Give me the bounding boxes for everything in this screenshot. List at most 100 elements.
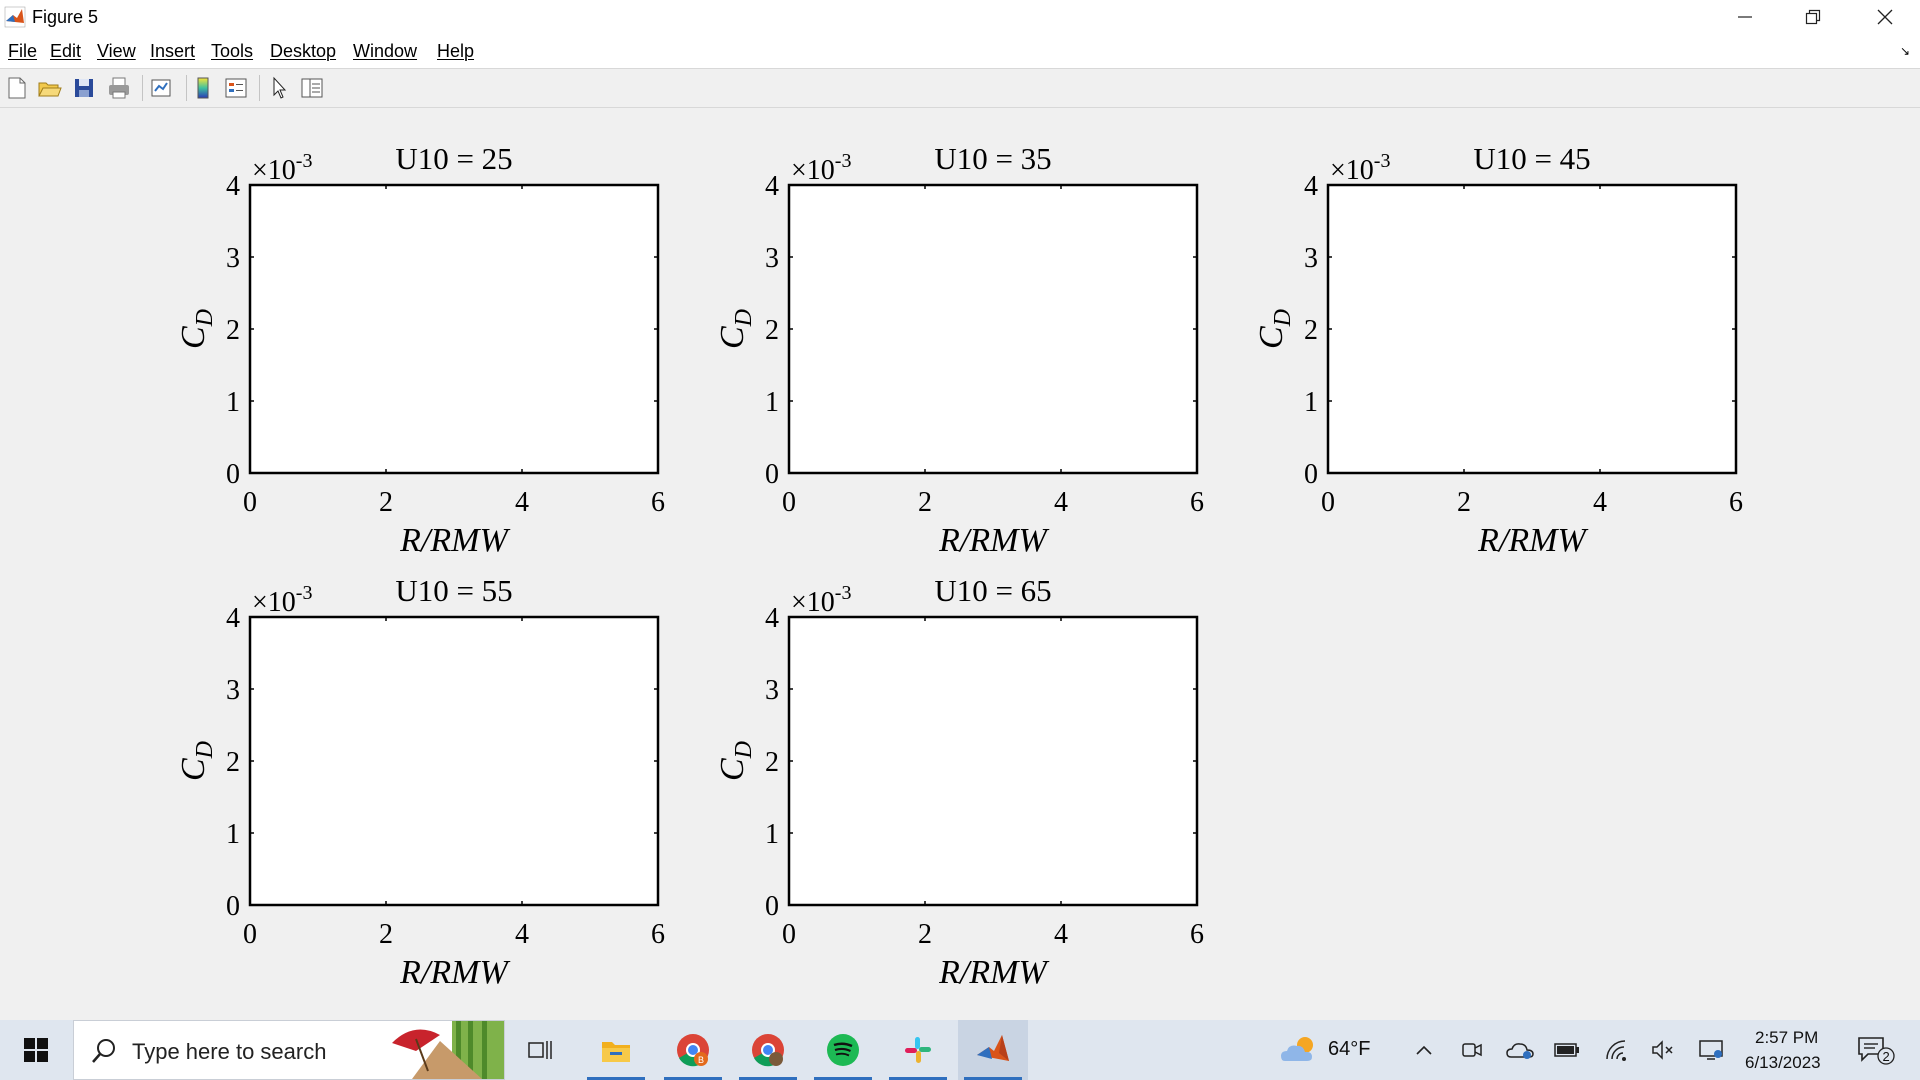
taskbar-app-chrome[interactable]: B [658,1020,728,1080]
chrome-icon: B [677,1034,709,1067]
notification-count-badge: 2 [1883,1049,1890,1064]
taskbar-app-spotify[interactable] [808,1020,878,1080]
y-axis-label: CD [175,309,218,349]
clock-time[interactable]: 2:57 PM [1755,1028,1818,1048]
x-tick-label: 6 [651,919,665,950]
windows-taskbar: Type here to search B 64°F 2:57 PM 6/13/… [0,1020,1920,1080]
matlab-app-icon [4,6,26,28]
x-tick-label: 2 [1457,487,1471,518]
y-tick-label: 1 [765,387,779,418]
save-icon[interactable] [71,75,97,101]
menu-help[interactable]: Help [437,41,474,62]
link-plot-icon[interactable] [148,75,174,101]
y-tick-label: 4 [765,171,779,202]
x-axis-label: R/RMW [938,954,1049,991]
search-placeholder: Type here to search [132,1039,327,1064]
axes-svg: 0 2 4 6 0 1 2 3 4 ×10-3 U10 = 65 R/RMW CD [714,573,1204,991]
y-tick-label: 3 [226,243,240,274]
print-icon[interactable] [106,75,132,101]
minimize-icon [1738,16,1752,18]
menu-view[interactable]: View [97,41,136,62]
close-button[interactable] [1850,0,1920,34]
y-axis-label: CD [714,741,757,781]
search-input[interactable]: Type here to search [73,1020,505,1080]
tray-volume[interactable] [1650,1036,1676,1064]
y-tick-label: 3 [765,243,779,274]
subplot-1[interactable]: 0 2 4 6 0 1 2 3 4 ×10-3 U10 = 25 R/RMW CD [175,140,678,578]
taskbar-app-slack[interactable] [883,1020,953,1080]
x-tick-label: 4 [1054,919,1068,950]
open-file-icon[interactable] [36,75,62,101]
onedrive-cloud-icon [1506,1043,1534,1059]
subplot-4[interactable]: 0 2 4 6 0 1 2 3 4 ×10-3 U10 = 55 R/RMW CD [175,572,678,1010]
property-inspector-icon[interactable] [299,75,325,101]
x-tick-label: 0 [1321,487,1335,518]
tray-meet-now[interactable] [1460,1036,1484,1064]
x-tick-label: 0 [782,919,796,950]
menu-desktop[interactable]: Desktop [270,41,336,62]
new-figure-icon[interactable] [4,75,30,101]
notification-center-button[interactable]: 2 [1855,1036,1895,1065]
taskbar-app-file-explorer[interactable] [581,1020,651,1080]
axes-svg: 0 2 4 6 0 1 2 3 4 ×10-3 U10 = 45 R/RMW CD [1253,141,1743,559]
subplot-3[interactable]: 0 2 4 6 0 1 2 3 4 ×10-3 U10 = 45 R/RMW CD [1253,140,1756,578]
dock-figure-icon[interactable]: ↘ [1900,44,1910,58]
x-tick-label: 4 [1593,487,1607,518]
x-tick-label: 4 [1054,487,1068,518]
plot-area[interactable] [789,617,1197,905]
taskbar-app-chrome-profile[interactable] [733,1020,803,1080]
x-axis-label: R/RMW [399,522,510,559]
subplot-title: U10 = 35 [934,141,1051,176]
menu-insert[interactable]: Insert [150,41,195,62]
partly-cloudy-icon [1281,1037,1313,1061]
x-tick-label: 4 [515,487,529,518]
start-button[interactable] [0,1020,72,1080]
restore-button[interactable] [1778,0,1848,34]
y-tick-label: 1 [226,387,240,418]
subplot-2[interactable]: 0 2 4 6 0 1 2 3 4 ×10-3 U10 = 35 R/RMW CD [714,140,1217,578]
subplot-5[interactable]: 0 2 4 6 0 1 2 3 4 ×10-3 U10 = 65 R/RMW CD [714,572,1217,1010]
weather-widget[interactable] [1278,1036,1322,1064]
matlab-icon [977,1035,1009,1061]
toolbar-separator [259,75,260,101]
tray-wifi[interactable] [1603,1036,1629,1064]
weather-temperature[interactable]: 64°F [1328,1038,1370,1061]
battery-icon [1554,1043,1579,1057]
y-exponent-label: ×10-3 [252,150,312,186]
tray-display[interactable] [1697,1036,1725,1064]
menu-window[interactable]: Window [353,41,417,62]
taskbar-app-matlab[interactable] [958,1020,1028,1080]
legend-icon[interactable] [223,75,249,101]
spotify-icon [827,1034,859,1066]
tray-onedrive[interactable] [1505,1036,1535,1064]
task-view-button[interactable] [505,1020,575,1080]
chrome-profile-icon [752,1034,784,1067]
y-tick-label: 3 [765,675,779,706]
plot-area[interactable] [250,185,658,473]
subplot-title: U10 = 45 [1473,141,1590,176]
select-arrow-icon[interactable] [266,75,292,101]
tray-battery[interactable] [1553,1036,1581,1064]
subplot-title: U10 = 25 [395,141,512,176]
chevron-up-icon [1416,1045,1432,1055]
windows-logo-icon [24,1038,48,1062]
plot-area[interactable] [250,617,658,905]
y-tick-label: 4 [765,603,779,634]
display-sync-icon [1699,1040,1723,1060]
minimize-button[interactable] [1710,0,1780,34]
show-hidden-icons-button[interactable] [1412,1036,1436,1064]
menu-tools[interactable]: Tools [211,41,253,62]
clock-date[interactable]: 6/13/2023 [1745,1053,1821,1073]
plot-area[interactable] [789,185,1197,473]
x-tick-label: 2 [918,919,932,950]
y-tick-label: 1 [765,819,779,850]
x-tick-label: 2 [379,487,393,518]
menu-edit[interactable]: Edit [50,41,81,62]
menu-file[interactable]: File [8,41,37,62]
x-tick-label: 0 [243,919,257,950]
colorbar-icon[interactable] [190,75,216,101]
y-tick-label: 4 [226,171,240,202]
plot-area[interactable] [1328,185,1736,473]
x-tick-label: 2 [379,919,393,950]
y-exponent-label: ×10-3 [791,150,851,186]
